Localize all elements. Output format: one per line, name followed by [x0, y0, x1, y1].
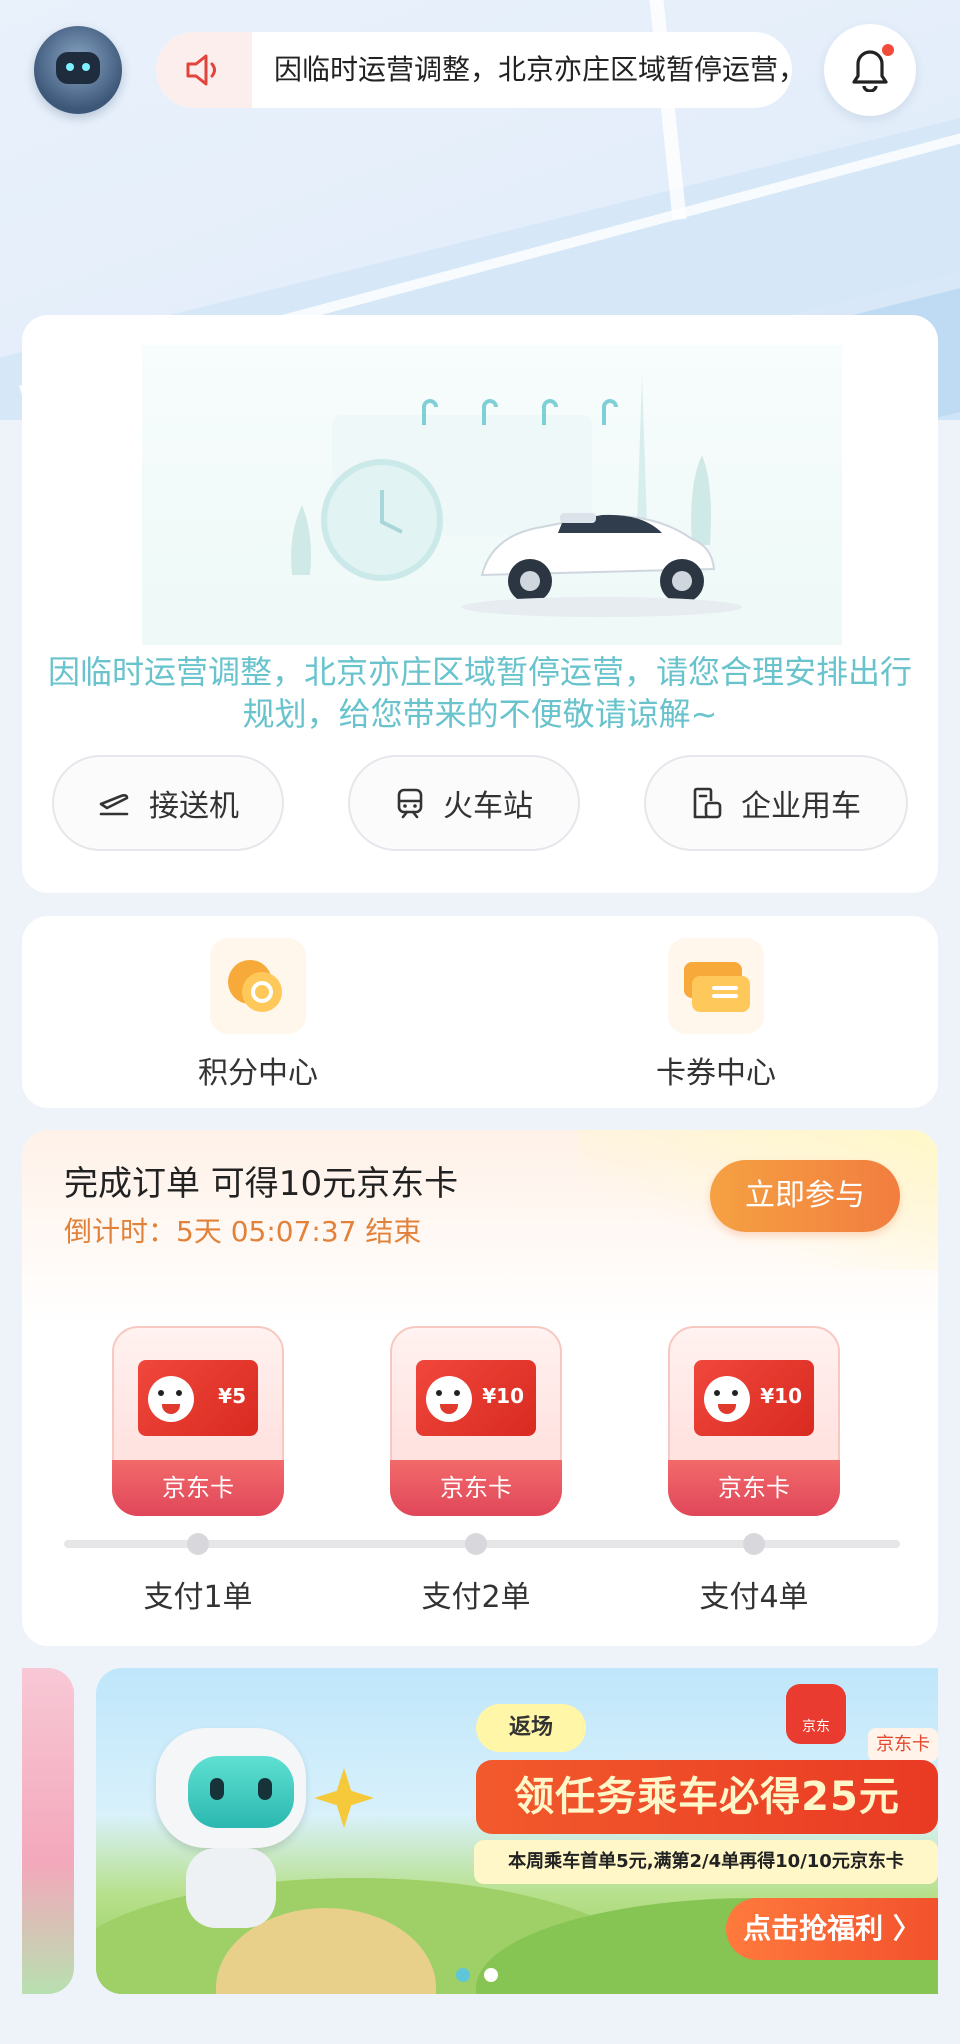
robot-avatar-icon: [56, 52, 100, 84]
reward-label: 京东卡: [390, 1460, 562, 1516]
unread-dot: [882, 44, 894, 56]
coupon-icon: [668, 938, 764, 1034]
task-title: 完成订单 可得10元京东卡: [64, 1164, 459, 1204]
carousel-dot-2[interactable]: [484, 1968, 498, 1982]
reward-label: 京东卡: [112, 1460, 284, 1516]
progress-node-3: [743, 1533, 765, 1555]
enterprise-car-button[interactable]: 企业用车: [644, 755, 908, 851]
return-tag: 返场: [476, 1704, 586, 1752]
points-center-entry[interactable]: 积分中心: [158, 938, 358, 1092]
reward-label: 京东卡: [668, 1460, 840, 1516]
service-card: 因临时运营调整，北京亦庄区域暂停运营，请您合理安排出行规划，给您带来的不便敬请谅…: [22, 315, 938, 893]
grab-benefit-button[interactable]: 点击抢福利 〉: [726, 1898, 938, 1960]
task-countdown: 倒计时：5天 05:07:37 结束: [64, 1215, 422, 1248]
promo-banner[interactable]: 返场 京东 京东卡 领任务乘车必得25元 本周乘车首单5元,满第2/4单再得10…: [96, 1668, 938, 1994]
service-suspension-message: 因临时运营调整，北京亦庄区域暂停运营，请您合理安排出行规划，给您带来的不便敬请谅…: [47, 653, 912, 733]
train-icon: [397, 788, 423, 819]
jd-gift-card-icon: ¥10: [694, 1360, 814, 1436]
quick-entries-card: 积分中心 卡券中心: [22, 916, 938, 1108]
points-coin-icon: [210, 938, 306, 1034]
progress-node-1: [187, 1533, 209, 1555]
reward-tier-2: ¥10 京东卡: [390, 1326, 562, 1516]
banner-headline: 领任务乘车必得25元: [476, 1760, 938, 1834]
join-now-button[interactable]: 立即参与: [710, 1160, 900, 1232]
reward-amount: ¥10: [760, 1384, 802, 1408]
train-station-button[interactable]: 火车站: [348, 755, 580, 851]
notice-text: 因临时运营调整，北京亦庄区域暂停运营，请您合理安排出行规划，给您带来的不便敬请谅…: [274, 53, 792, 86]
jd-card-tag: 京东卡: [868, 1728, 938, 1762]
speaker-icon: [156, 32, 252, 108]
jd-logo-icon: 京东: [786, 1684, 846, 1744]
reward-tier-1: ¥5 京东卡: [112, 1326, 284, 1516]
enterprise-car-label: 企业用车: [741, 789, 861, 824]
top-bar: 因临时运营调整，北京亦庄区域暂停运营，请您合理安排出行规划，给您带来的不便敬请谅…: [0, 0, 960, 150]
coupon-center-entry[interactable]: 卡券中心: [616, 938, 816, 1092]
notification-button[interactable]: [824, 24, 916, 116]
jd-gift-card-icon: ¥10: [416, 1360, 536, 1436]
reward-amount: ¥5: [218, 1384, 246, 1408]
airport-transfer-label: 接送机: [149, 789, 239, 824]
robot-mascot-illustration: [146, 1728, 316, 1948]
previous-banner-peek[interactable]: [22, 1668, 74, 1994]
progress-node-2: [465, 1533, 487, 1555]
step-label-3: 支付4单: [699, 1580, 809, 1615]
airplane-icon: [99, 794, 129, 816]
avatar[interactable]: [34, 26, 122, 114]
train-station-label: 火车站: [443, 789, 533, 824]
banner-subline: 本周乘车首单5元,满第2/4单再得10/10元京东卡: [474, 1840, 938, 1884]
reward-tier-3: ¥10 京东卡: [668, 1326, 840, 1516]
pinwheel-icon: [314, 1768, 374, 1828]
notice-bar[interactable]: 因临时运营调整，北京亦庄区域暂停运营，请您合理安排出行规划，给您带来的不便敬请谅…: [156, 32, 792, 108]
carousel-indicator: [456, 1968, 498, 1982]
jd-card-task-card: 完成订单 可得10元京东卡 倒计时：5天 05:07:37 结束 立即参与 ¥5…: [22, 1130, 938, 1646]
carousel-dot-1[interactable]: [456, 1968, 470, 1982]
jd-gift-card-icon: ¥5: [138, 1360, 258, 1436]
step-label-2: 支付2单: [421, 1580, 531, 1615]
reward-amount: ¥10: [482, 1384, 524, 1408]
robotaxi-illustration: [142, 345, 842, 645]
step-label-1: 支付1单: [143, 1580, 253, 1615]
points-center-label: 积分中心: [198, 1056, 318, 1091]
enterprise-icon: [693, 787, 722, 819]
coupon-center-label: 卡券中心: [656, 1056, 776, 1091]
airport-transfer-button[interactable]: 接送机: [52, 755, 284, 851]
